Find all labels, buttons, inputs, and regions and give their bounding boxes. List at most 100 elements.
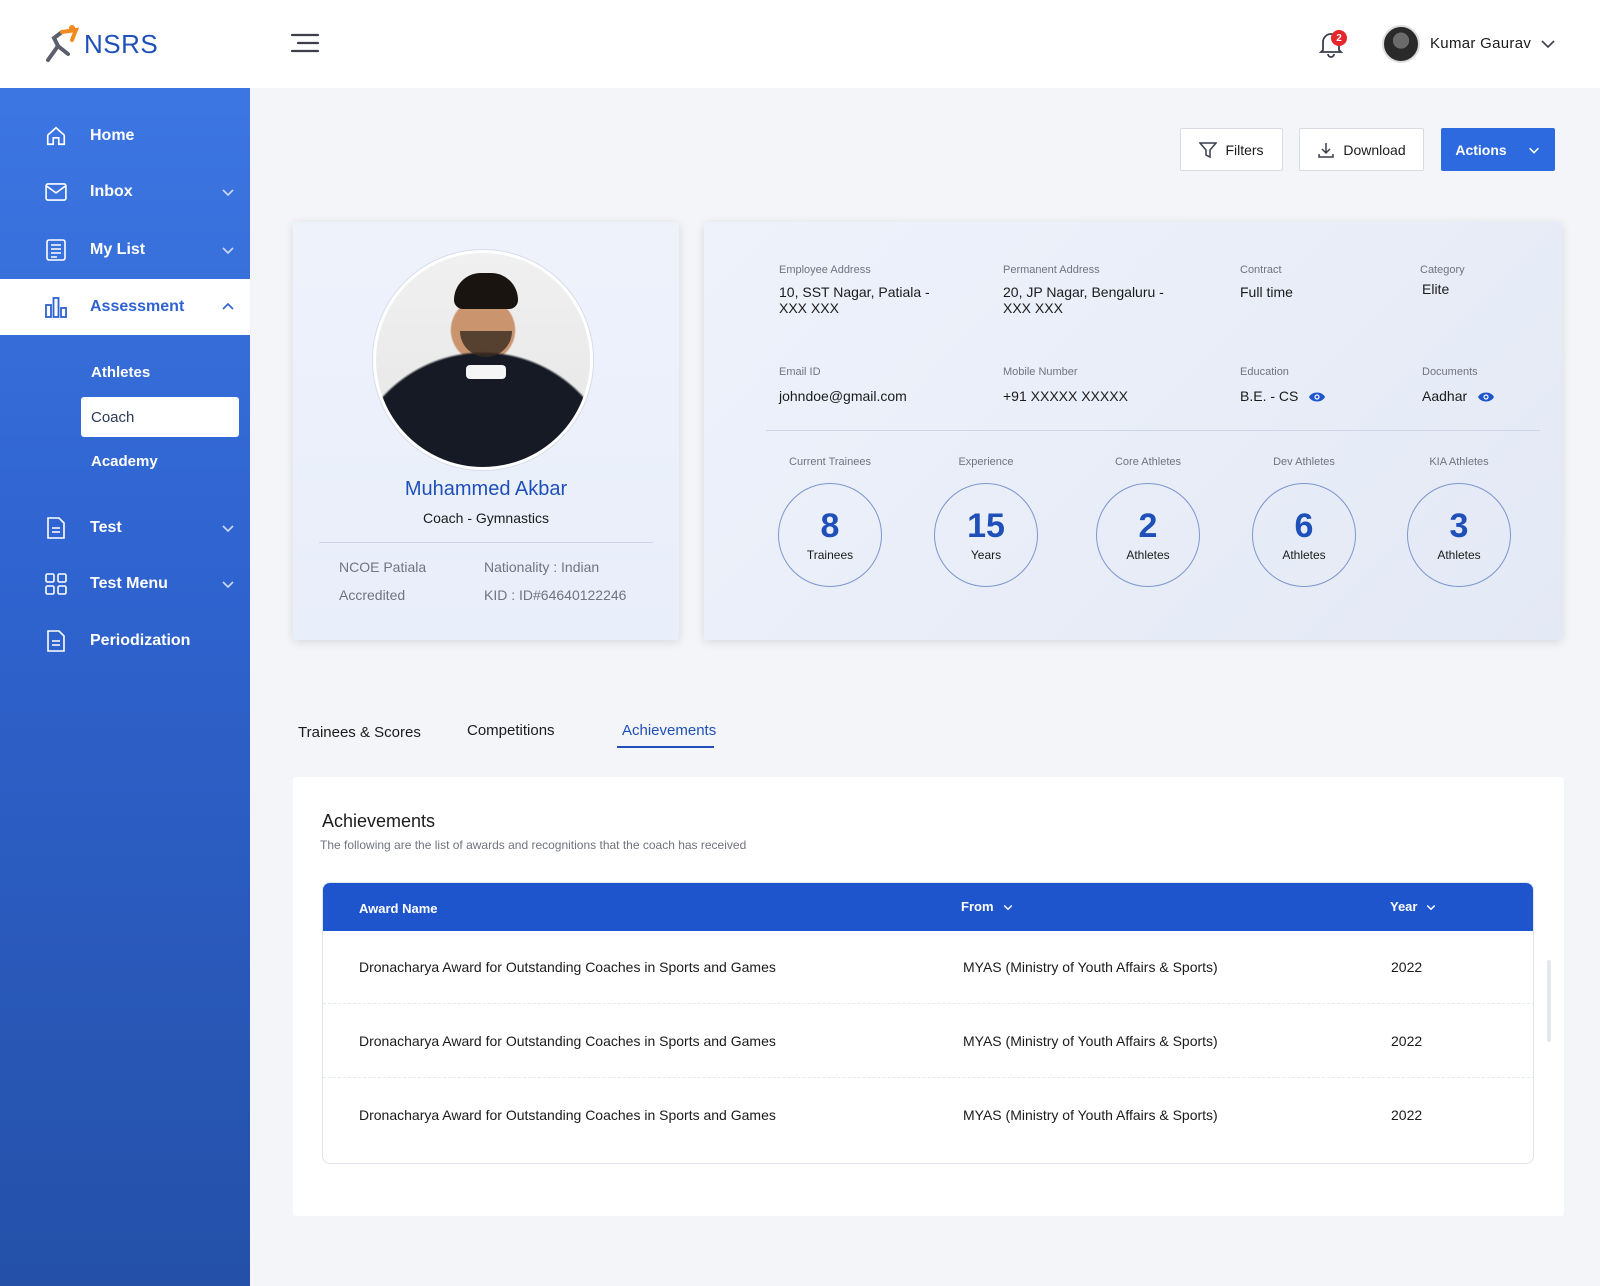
education-value: B.E. - CS [1240,388,1299,404]
profile-photo [373,250,593,470]
chevron-down-icon[interactable] [220,576,236,592]
cell-year: 2022 [1391,959,1423,975]
table-row[interactable]: Dronacharya Award for Outstanding Coache… [323,931,1533,1004]
sidebar: NSRS Home Inbox My List Assessment Athle… [0,0,250,1286]
achievements-panel: Achievements The following are the list … [293,777,1564,1216]
employee-address-label: Employee Address [779,264,871,276]
sidebar-item-test[interactable]: Test [0,500,250,556]
chevron-down-icon[interactable] [220,242,236,258]
email-value: johndoe@gmail.com [779,388,907,404]
filter-icon [1199,141,1218,158]
download-button[interactable]: Download [1299,128,1424,171]
sidebar-item-home[interactable]: Home [0,108,250,164]
user-name[interactable]: Kumar Gaurav [1430,35,1531,52]
document-icon [44,629,68,653]
details-card: Employee Address 10, SST Nagar, Patiala … [704,222,1562,640]
sidebar-subitem-coach[interactable]: Coach [81,397,239,437]
sidebar-item-periodization[interactable]: Periodization [0,613,250,669]
panel-subtitle: The following are the list of awards and… [320,838,747,852]
chevron-down-icon[interactable] [220,184,236,200]
tab-achievements[interactable]: Achievements [622,722,716,739]
logo-text: NSRS [84,28,159,59]
mail-icon [44,180,68,204]
sidebar-item-label: Test Menu [90,575,168,592]
download-label: Download [1343,141,1406,158]
divider [766,430,1540,431]
documents-value: Aadhar [1422,388,1468,404]
document-icon [44,516,68,540]
stat-unit: Trainees [806,548,854,562]
stat-label-dev-athletes: Dev Athletes [1273,456,1335,468]
stat-core-athletes: 2 Athletes [1096,483,1200,587]
sidebar-subitem-academy[interactable]: Academy [81,441,239,481]
stat-label-experience: Experience [958,456,1014,468]
active-tab-indicator [617,746,714,748]
stat-dev-athletes: 6 Athletes [1252,483,1356,587]
sidebar-item-inbox[interactable]: Inbox [0,164,250,220]
category-value: Elite [1422,281,1450,297]
avatar[interactable] [1382,25,1420,63]
column-from[interactable]: From [961,899,1014,914]
chevron-down-icon [1003,904,1012,910]
stat-current-trainees: 8 Trainees [778,483,882,587]
table-row[interactable]: Dronacharya Award for Outstanding Coache… [323,1005,1533,1078]
achievements-table: Award Name From Year Dronacharya Award f… [322,882,1534,1164]
column-year[interactable]: Year [1390,899,1437,914]
divider [319,542,653,543]
bar-chart-icon [44,295,68,319]
notification-badge: 2 [1331,30,1347,46]
photo-beard [460,331,512,357]
stat-value: 15 [967,507,1005,545]
chevron-up-icon[interactable] [220,299,236,315]
stat-label-current-trainees: Current Trainees [789,456,871,468]
sidebar-subitem-athletes[interactable]: Athletes [81,352,239,392]
home-icon [44,124,68,148]
list-icon [44,238,68,262]
cell-year: 2022 [1391,1033,1423,1049]
hamburger-menu-icon[interactable] [290,32,320,54]
sidebar-item-label: Assessment [90,298,185,315]
logo[interactable]: NSRS [0,0,250,88]
column-label: From [961,899,994,914]
actions-button[interactable]: Actions [1441,128,1555,171]
tab-trainees-scores[interactable]: Trainees & Scores [298,724,421,741]
stat-unit: Athletes [1437,548,1481,562]
actions-label: Actions [1455,141,1507,158]
tab-competitions[interactable]: Competitions [467,722,555,739]
stat-unit: Years [970,548,1002,562]
download-icon [1318,142,1335,158]
sidebar-item-label: Inbox [90,183,133,200]
sidebar-item-my-list[interactable]: My List [0,222,250,278]
cell-from: MYAS (Ministry of Youth Affairs & Sports… [963,1033,1218,1049]
photo-hair [454,273,518,309]
column-award-name[interactable]: Award Name [359,901,438,916]
profile-status: Accredited [339,587,406,603]
profile-center: NCOE Patiala [339,559,427,575]
education-label: Education [1240,366,1289,378]
filters-button[interactable]: Filters [1180,128,1283,171]
cell-year: 2022 [1391,1107,1423,1123]
stat-value: 6 [1294,507,1314,545]
sidebar-item-test-menu[interactable]: Test Menu [0,556,250,612]
stat-kia-athletes: 3 Athletes [1407,483,1511,587]
eye-icon[interactable] [1308,391,1326,403]
top-header: 2 Kumar Gaurav [250,0,1600,88]
scrollbar[interactable] [1547,960,1551,1042]
chevron-down-icon[interactable] [220,520,236,536]
chevron-down-icon[interactable] [1540,36,1556,52]
chevron-down-icon [1427,904,1436,910]
table-header: Award Name From Year [323,883,1533,931]
sidebar-item-label: My List [90,241,146,258]
stat-unit: Athletes [1126,548,1170,562]
stat-value: 8 [820,507,840,545]
eye-icon[interactable] [1477,391,1495,403]
stat-value: 2 [1138,507,1158,545]
chevron-down-icon [1528,147,1539,154]
table-row[interactable]: Dronacharya Award for Outstanding Coache… [323,1079,1533,1152]
sidebar-item-label: Test [90,519,122,536]
cell-from: MYAS (Ministry of Youth Affairs & Sports… [963,1107,1218,1123]
sidebar-item-label: Periodization [90,632,191,649]
sidebar-item-assessment[interactable]: Assessment [0,279,250,335]
profile-role: Coach - Gymnastics [422,510,550,526]
contract-label: Contract [1240,264,1282,276]
